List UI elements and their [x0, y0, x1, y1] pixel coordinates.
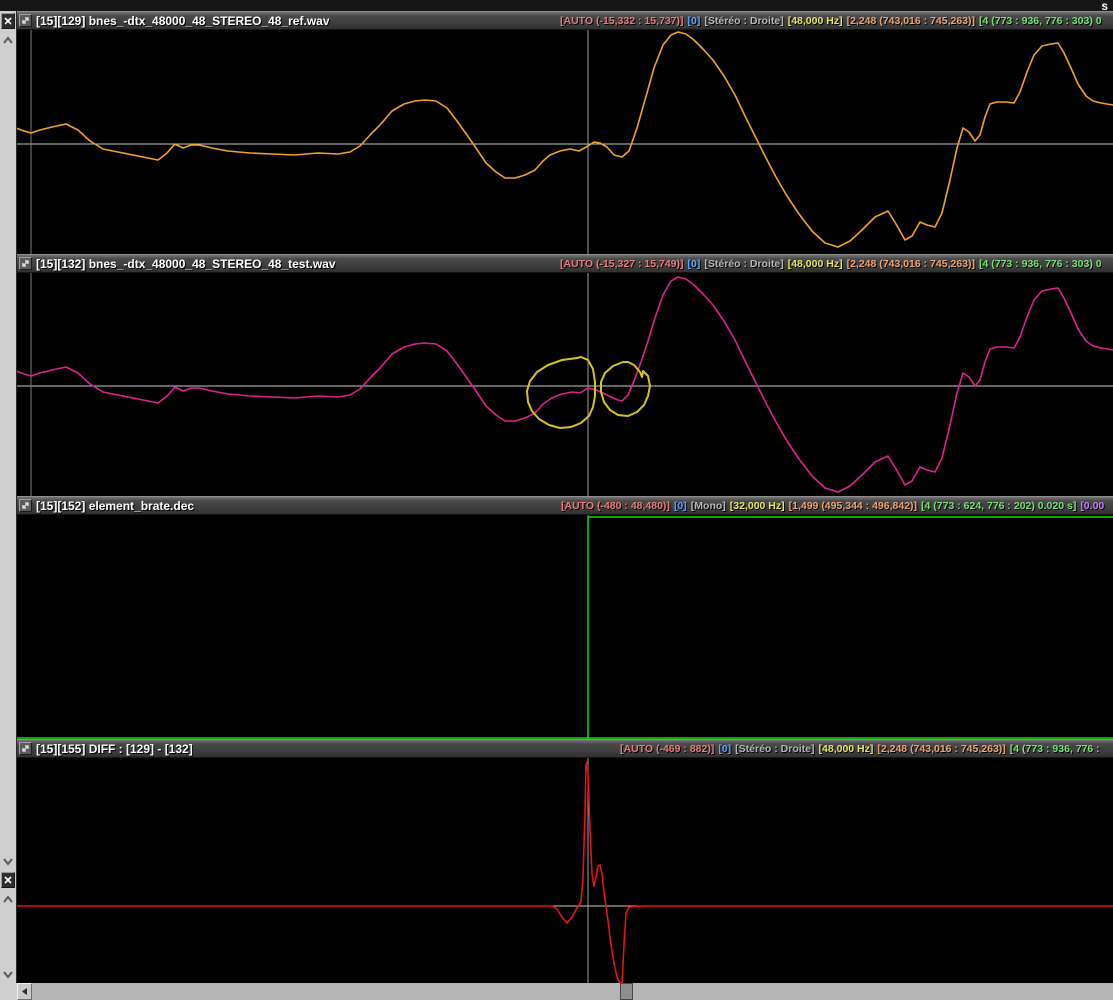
- waveform-view-ref[interactable]: [17, 30, 1113, 254]
- info-segment: [1,499 (495,344 : 496,842)]: [789, 500, 917, 512]
- info-segment: [Stéréo : Droite]: [704, 15, 783, 27]
- waveform-trace: [17, 32, 1113, 247]
- info-segment: [0]: [688, 258, 701, 270]
- panel-title: [15][132] bnes_-dtx_48000_48_STEREO_48_t…: [36, 255, 336, 273]
- info-segment: [4 (773 : 936, 776 : 303) 0: [979, 258, 1102, 270]
- panel-titlebar-test[interactable]: [15][132] bnes_-dtx_48000_48_STEREO_48_t…: [17, 254, 1113, 273]
- scroll-up-icon-lower[interactable]: [2, 894, 14, 905]
- close-icon: [4, 876, 12, 884]
- info-segment: [AUTO (-480 : 48,480)]: [561, 500, 670, 512]
- panel-titlebar-ref[interactable]: [15][129] bnes_-dtx_48000_48_STEREO_48_r…: [17, 11, 1113, 30]
- info-segment: [48,000 Hz]: [819, 743, 874, 755]
- top-strip: s: [0, 0, 1113, 11]
- panel-info: [AUTO (-15,332 : 15,737)] [0][Stéréo : Dr…: [560, 12, 1106, 30]
- info-segment: [Stéréo : Droite]: [735, 743, 814, 755]
- info-segment: [4 (773 : 936, 776 : 303) 0: [979, 15, 1102, 27]
- info-segment: [4 (773 : 624, 776 : 202) 0.020 s]: [921, 500, 1076, 512]
- panel-move-icon[interactable]: [19, 499, 32, 512]
- info-segment: [AUTO (-469 : 882)]: [620, 743, 714, 755]
- panel-title: [15][129] bnes_-dtx_48000_48_STEREO_48_r…: [36, 12, 330, 30]
- scrollbar-thumb[interactable]: [620, 983, 633, 1000]
- info-segment: [0]: [674, 500, 687, 512]
- scroll-up-icon[interactable]: [2, 35, 14, 46]
- info-segment: [4 (773 : 936, 776 :: [1010, 743, 1100, 755]
- panel-titlebar-brate[interactable]: [15][152] element_brate.dec [AUTO (-480 …: [17, 496, 1113, 515]
- info-segment: [Stéréo : Droite]: [704, 258, 783, 270]
- info-segment: [0]: [718, 743, 731, 755]
- panel-info: [AUTO (-480 : 48,480)] [0] [Mono] [32,000 H…: [561, 497, 1108, 515]
- scrollbar-corner: [0, 983, 17, 1000]
- panel-move-icon[interactable]: [19, 14, 32, 27]
- close-button[interactable]: [1, 13, 15, 29]
- info-segment: [0]: [688, 15, 701, 27]
- info-segment: [2,248 (743,016 : 745,263)]: [847, 15, 975, 27]
- panel-info: [AUTO (-469 : 882)] [0] [Stéréo : Droite] […: [620, 740, 1104, 758]
- scroll-left-icon: [21, 987, 28, 996]
- close-button-lower[interactable]: [1, 872, 15, 888]
- horizontal-scrollbar[interactable]: [17, 983, 1113, 1000]
- info-segment: [2,248 (743,016 : 745,263)]: [877, 743, 1005, 755]
- vertical-scrollbar[interactable]: [0, 11, 17, 983]
- scroll-down-icon-lower[interactable]: [2, 969, 14, 980]
- pen-circle-right-annotation: [601, 362, 650, 416]
- pen-circle-left-annotation: [527, 357, 595, 428]
- waveform-trace: [17, 762, 1113, 983]
- waveform-view-test[interactable]: [17, 273, 1113, 496]
- info-segment: [AUTO (-15,332 : 15,737)]: [560, 15, 684, 27]
- panel-titlebar-diff[interactable]: [15][155] DIFF : [129] - [132] [AUTO (-4…: [17, 739, 1113, 758]
- app-window: s [15][129] bnes_-dtx_48000_48_STEREO_48…: [0, 0, 1113, 1000]
- panel-title: [15][152] element_brate.dec: [36, 497, 194, 515]
- info-segment: [2,248 (743,016 : 745,263)]: [847, 258, 975, 270]
- scroll-left-button[interactable]: [17, 983, 32, 1000]
- waveform-trace: [17, 277, 1113, 492]
- info-segment: [0.00: [1080, 500, 1104, 512]
- waveform-view-diff[interactable]: [17, 758, 1113, 983]
- info-segment: [48,000 Hz]: [788, 15, 843, 27]
- info-segment: [32,000 Hz]: [730, 500, 785, 512]
- panel-title: [15][155] DIFF : [129] - [132]: [36, 740, 193, 758]
- info-segment: [48,000 Hz]: [788, 258, 843, 270]
- info-segment: [AUTO (-15,327 : 15,749)]: [560, 258, 684, 270]
- panel-move-icon[interactable]: [19, 742, 32, 755]
- scroll-down-icon[interactable]: [2, 856, 14, 867]
- close-icon: [4, 17, 12, 25]
- info-segment: [Mono]: [691, 500, 726, 512]
- waveform-view-brate[interactable]: [17, 515, 1113, 739]
- panel-move-icon[interactable]: [19, 257, 32, 270]
- panel-info: [AUTO (-15,327 : 15,749)] [0][Stéréo : Dr…: [560, 255, 1106, 273]
